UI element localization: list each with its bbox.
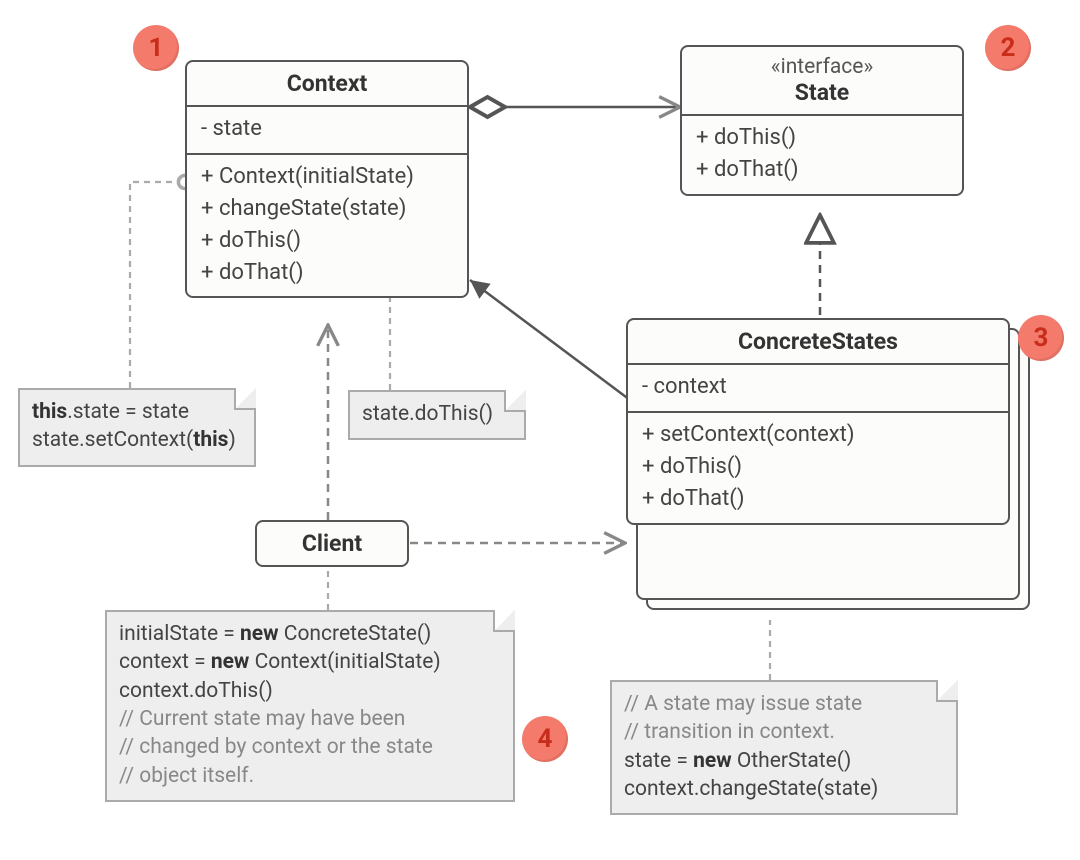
badge-4: 4 [522,716,568,762]
class-concrete: ConcreteStates - context + setContext(co… [626,318,1010,525]
class-state: «interface» State + doThis() + doThat() [680,45,964,196]
edge-concrete-context [470,280,630,400]
note-fold-icon [936,680,958,702]
note-fold-icon [234,388,256,410]
badge-2: 2 [985,25,1031,71]
class-concrete-attrs: - context [628,365,1008,411]
class-context: Context - state + Context(initialState) … [185,60,469,298]
badge-1: 1 [133,25,179,71]
class-state-methods: + doThis() + doThat() [682,116,962,194]
anchor-note-ctx [130,182,185,388]
note-context-init: this.state = state state.setContext(this… [18,388,256,467]
class-client: Client [255,520,409,567]
note-fold-icon [493,610,515,632]
note-client: initialState = new ConcreteState() conte… [105,610,515,802]
note-dothis: state.doThis() [348,390,526,440]
class-state-title: «interface» State [682,47,962,116]
note-concrete: // A state may issue state // transition… [610,680,958,815]
note-fold-icon [504,390,526,412]
class-context-title: Context [187,62,467,107]
class-client-title: Client [257,522,407,565]
class-context-methods: + Context(initialState) + changeState(st… [187,153,467,297]
class-context-attrs: - state [187,107,467,153]
badge-3: 3 [1018,315,1064,361]
class-concrete-title: ConcreteStates [628,320,1008,365]
class-concrete-methods: + setContext(context) + doThis() + doTha… [628,411,1008,523]
